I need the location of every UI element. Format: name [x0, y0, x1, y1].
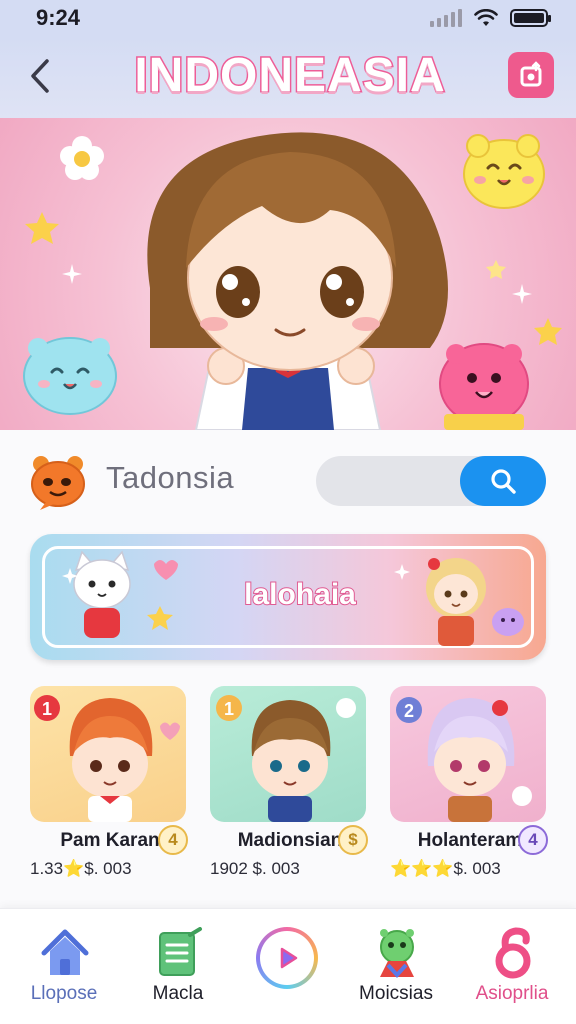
wifi-icon: [474, 9, 498, 26]
card-stats: 1902 $. 003: [210, 859, 300, 878]
home-icon: [41, 929, 89, 975]
card-artwork: 1: [30, 686, 186, 822]
search-icon: [491, 469, 516, 494]
character-icon: [380, 929, 414, 978]
red-hair-character: 1: [34, 695, 180, 822]
nav-label: Macla: [152, 983, 204, 1004]
heart-decoration: [154, 560, 178, 580]
chibi-character: [147, 132, 449, 430]
brown-hair-character: 1: [216, 695, 356, 822]
brand-name: Tadonsia: [106, 460, 235, 495]
status-bar: 9:24: [0, 0, 576, 36]
chevron-left-icon: [31, 59, 49, 93]
nav-item-home[interactable]: Llopose: [4, 925, 124, 1015]
character-card-grid: 1 Pam Karan 4 1.33⭐$. 003 1 Madionsian $…: [0, 686, 576, 886]
star-decoration: [25, 212, 59, 244]
card-artwork: 2: [390, 686, 546, 822]
signal-icon: [430, 9, 462, 27]
nav-item-characters[interactable]: Moicsias: [336, 925, 456, 1015]
banner-title: lalohaia: [243, 577, 357, 612]
purple-creature: [492, 608, 524, 636]
brand-mascot-icon: [31, 456, 85, 510]
card-stats: ⭐⭐⭐$. 003: [390, 859, 501, 878]
play-button[interactable]: [256, 927, 318, 989]
bottom-nav: Llopose Macla Moicsias Asioprlia: [0, 908, 576, 1024]
rank-label: 2: [404, 701, 414, 721]
sparkle-decoration: [512, 284, 532, 304]
search-row: Tadonsia: [0, 448, 576, 512]
nav-label: Moicsias: [359, 983, 433, 1004]
nav-item-notes[interactable]: Macla: [118, 925, 238, 1015]
notes-icon: [159, 927, 202, 976]
play-icon: [280, 947, 298, 969]
pink-creature: [439, 343, 529, 430]
star-decoration: [486, 260, 506, 279]
lavender-hair-character: 2: [396, 697, 532, 822]
search-button[interactable]: [460, 456, 546, 506]
play-button-inner: [260, 931, 314, 985]
card-badge: 4: [158, 825, 188, 855]
star-decoration: [534, 318, 562, 345]
yellow-creature: [463, 134, 545, 209]
profile-icon: [495, 927, 531, 979]
sparkle-decoration: [62, 264, 82, 284]
share-icon: [520, 61, 542, 87]
card-badge: 4: [518, 825, 548, 855]
back-button[interactable]: [20, 54, 60, 98]
card-artwork: 1: [210, 686, 366, 822]
card-stats: 1.33⭐$. 003: [30, 859, 132, 878]
star-decoration: [147, 606, 173, 630]
promo-banner[interactable]: lalohaia: [30, 534, 546, 660]
cat-character: [73, 550, 131, 638]
girl-character: [426, 558, 486, 646]
share-button[interactable]: [508, 52, 554, 98]
nav-label: Llopose: [30, 983, 98, 1004]
character-card[interactable]: 1 Pam Karan 4 1.33⭐$. 003: [30, 686, 194, 886]
character-card[interactable]: 1 Madionsian $ 1902 $. 003: [210, 686, 374, 886]
character-card[interactable]: 2 Holanteram 4 ⭐⭐⭐$. 003: [390, 686, 554, 886]
status-time: 9:24: [36, 5, 81, 30]
status-icons: [430, 9, 551, 27]
blue-creature: [23, 337, 117, 415]
flower-decoration: [60, 136, 104, 180]
rank-label: 1: [42, 699, 52, 719]
app-header: INDONEASIA: [0, 36, 576, 118]
nav-item-profile[interactable]: Asioprlia: [452, 925, 572, 1015]
battery-icon: [510, 9, 551, 27]
page-title: INDONEASIA: [133, 48, 446, 104]
hero-character-illustration: [23, 132, 562, 430]
rank-label: 1: [224, 699, 234, 719]
nav-label: Asioprlia: [475, 983, 549, 1004]
card-badge: $: [338, 825, 368, 855]
hero-banner: [0, 118, 576, 430]
